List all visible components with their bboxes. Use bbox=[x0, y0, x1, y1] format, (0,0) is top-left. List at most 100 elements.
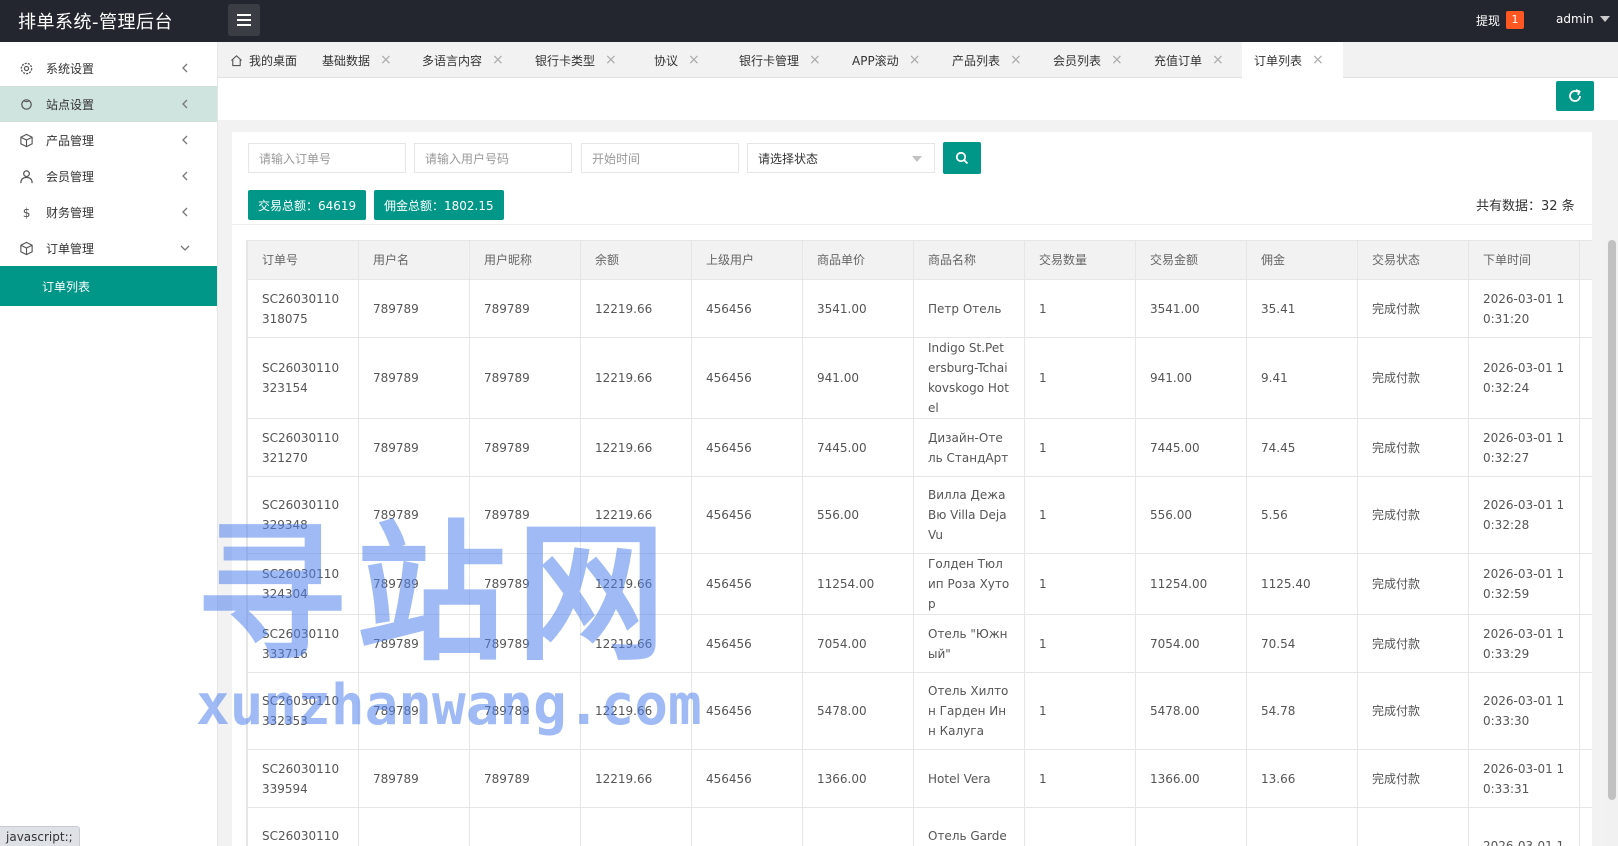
tab-basic-data[interactable]: 基础数据 × bbox=[310, 42, 392, 78]
tab-agreement[interactable]: 协议 × bbox=[642, 42, 700, 78]
table-cell: 456456 bbox=[691, 476, 803, 554]
table-row[interactable]: SC260301103 Отель Garden 2026-03-01 1 bbox=[247, 807, 1592, 846]
top-header: 排单系统-管理后台 提现 1 admin bbox=[0, 0, 1618, 42]
divider bbox=[232, 224, 1592, 225]
table-cell: 3541.00 bbox=[1135, 279, 1247, 338]
table-cell: 12219.66 bbox=[580, 337, 692, 419]
table-cell: 7054.00 bbox=[802, 614, 914, 673]
status-select[interactable]: 请选择状态 bbox=[747, 143, 935, 173]
search-icon bbox=[955, 151, 969, 165]
sidebar-item-finance-management[interactable]: $ 财务管理 bbox=[0, 194, 217, 230]
table-cell: Вилла Дежа Вю Villa Deja Vu bbox=[913, 476, 1025, 554]
table-cell: 456456 bbox=[691, 614, 803, 673]
table-cell bbox=[1024, 807, 1136, 846]
table-cell: 2 bbox=[1579, 749, 1592, 808]
table-cell: 12219.66 bbox=[580, 279, 692, 338]
close-icon[interactable]: × bbox=[605, 52, 617, 68]
close-icon[interactable]: × bbox=[688, 52, 700, 68]
table-cell: SC260301103 bbox=[247, 807, 359, 846]
table-cell: 5478.00 bbox=[1135, 672, 1247, 750]
table-cell: 941.00 bbox=[1135, 337, 1247, 419]
close-icon[interactable]: × bbox=[1010, 52, 1022, 68]
tab-bankcard-management[interactable]: 银行卡管理 × bbox=[727, 42, 821, 78]
table-cell: 456456 bbox=[691, 749, 803, 808]
watermark-url: xunzhanwang.com bbox=[196, 673, 702, 738]
table-cell: 35.41 bbox=[1246, 279, 1358, 338]
order-no-input[interactable]: 请输入订单号 bbox=[248, 143, 406, 173]
table-row[interactable]: SC26030110321270 789789 789789 12219.66 4564… bbox=[247, 418, 1592, 477]
table-cell: 1 bbox=[1024, 553, 1136, 615]
table-cell bbox=[580, 807, 692, 846]
table-cell: 完成付款 bbox=[1357, 672, 1469, 750]
table-cell: 789789 bbox=[358, 279, 470, 338]
tab-member-list[interactable]: 会员列表 × bbox=[1041, 42, 1123, 78]
refresh-button[interactable] bbox=[1556, 81, 1594, 111]
table-cell bbox=[1246, 807, 1358, 846]
table-cell: Петр Отель bbox=[913, 279, 1025, 338]
table-cell: 1 bbox=[1024, 418, 1136, 477]
close-icon[interactable]: × bbox=[1312, 52, 1324, 68]
table-cell: 1 bbox=[1024, 614, 1136, 673]
close-icon[interactable]: × bbox=[909, 52, 921, 68]
tab-multilang[interactable]: 多语言内容 × bbox=[410, 42, 504, 78]
svg-text:$: $ bbox=[22, 206, 30, 220]
table-cell: 1366.00 bbox=[802, 749, 914, 808]
table-row[interactable]: SC26030110339594 789789 789789 12219.66 4564… bbox=[247, 749, 1592, 808]
sidebar-subitem-order-list[interactable]: 订单列表 bbox=[0, 266, 217, 306]
tab-bankcard-type[interactable]: 银行卡类型 × bbox=[523, 42, 617, 78]
tab-label: APP滚动 bbox=[852, 53, 899, 68]
tab-label: 多语言内容 bbox=[422, 53, 483, 68]
table-cell: 完成付款 bbox=[1357, 749, 1469, 808]
column-header: 商品单价 bbox=[802, 240, 914, 280]
user-menu[interactable]: admin bbox=[1556, 12, 1610, 26]
cube-icon bbox=[18, 132, 34, 148]
table-cell: 完成付款 bbox=[1357, 418, 1469, 477]
sidebar-item-order-management[interactable]: 订单管理 bbox=[0, 230, 217, 266]
table-cell: 完成付款 bbox=[1357, 279, 1469, 338]
tab-label: 充值订单 bbox=[1154, 53, 1203, 68]
sidebar-item-site-settings[interactable]: 站点设置 bbox=[0, 86, 217, 122]
start-time-input[interactable]: 开始时间 bbox=[581, 143, 739, 173]
tab-label: 产品列表 bbox=[952, 53, 1001, 68]
close-icon[interactable]: × bbox=[809, 52, 821, 68]
table-cell: 1 bbox=[1024, 749, 1136, 808]
sidebar-item-system-settings[interactable]: 系统设置 bbox=[0, 50, 217, 86]
table-cell: 789789 bbox=[469, 337, 581, 419]
column-header: 交易数量 bbox=[1024, 240, 1136, 280]
table-cell: 11254.00 bbox=[802, 553, 914, 615]
table-cell: SC26030110321270 bbox=[247, 418, 359, 477]
menu-toggle-button[interactable] bbox=[228, 4, 260, 36]
table-cell: 1 bbox=[1024, 337, 1136, 419]
table-cell: 2 bbox=[1579, 672, 1592, 750]
sidebar-item-product-management[interactable]: 产品管理 bbox=[0, 122, 217, 158]
tab-order-list[interactable]: 订单列表 × bbox=[1242, 42, 1343, 78]
column-header: 商品名称 bbox=[913, 240, 1025, 280]
table-cell: 7445.00 bbox=[802, 418, 914, 477]
tab-desktop[interactable]: 我的桌面 bbox=[218, 42, 308, 78]
column-header: 订单号 bbox=[247, 240, 359, 280]
dollar-icon: $ bbox=[18, 204, 34, 220]
table-row[interactable]: SC26030110323154 789789 789789 12219.66 4564… bbox=[247, 337, 1592, 419]
close-icon[interactable]: × bbox=[1111, 52, 1123, 68]
tab-product-list[interactable]: 产品列表 × bbox=[940, 42, 1022, 78]
scrollbar-thumb[interactable] bbox=[1608, 240, 1616, 800]
table-cell: Дизайн-Отель СтандАрт bbox=[913, 418, 1025, 477]
table-cell: Indigo St.Petersburg-Tchaikovskogo Hotel bbox=[913, 337, 1025, 419]
vertical-scrollbar[interactable] bbox=[1606, 240, 1618, 846]
tab-label: 基础数据 bbox=[322, 53, 371, 68]
table-header-row: 订单号 用户名 用户昵称 余额 上级用户 商品单价 商品名称 交易数量 交易金额 佣金 交易状态 下单… bbox=[247, 240, 1592, 280]
search-button[interactable] bbox=[943, 142, 981, 174]
table-row[interactable]: SC26030110318075 789789 789789 12219.66 4564… bbox=[247, 279, 1592, 338]
user-no-input[interactable]: 请输入用户号码 bbox=[414, 143, 572, 173]
table-cell: 1366.00 bbox=[1135, 749, 1247, 808]
tab-recharge-orders[interactable]: 充值订单 × bbox=[1142, 42, 1224, 78]
toolbar-strip bbox=[218, 78, 1618, 120]
close-icon[interactable]: × bbox=[1212, 52, 1224, 68]
withdraw-link[interactable]: 提现 1 bbox=[1476, 11, 1525, 29]
table-cell: 2 bbox=[1579, 418, 1592, 477]
sidebar-item-member-management[interactable]: 会员管理 bbox=[0, 158, 217, 194]
close-icon[interactable]: × bbox=[380, 52, 392, 68]
tab-app-scroll[interactable]: APP滚动 × bbox=[840, 42, 920, 78]
table-cell: SC26030110323154 bbox=[247, 337, 359, 419]
close-icon[interactable]: × bbox=[492, 52, 504, 68]
